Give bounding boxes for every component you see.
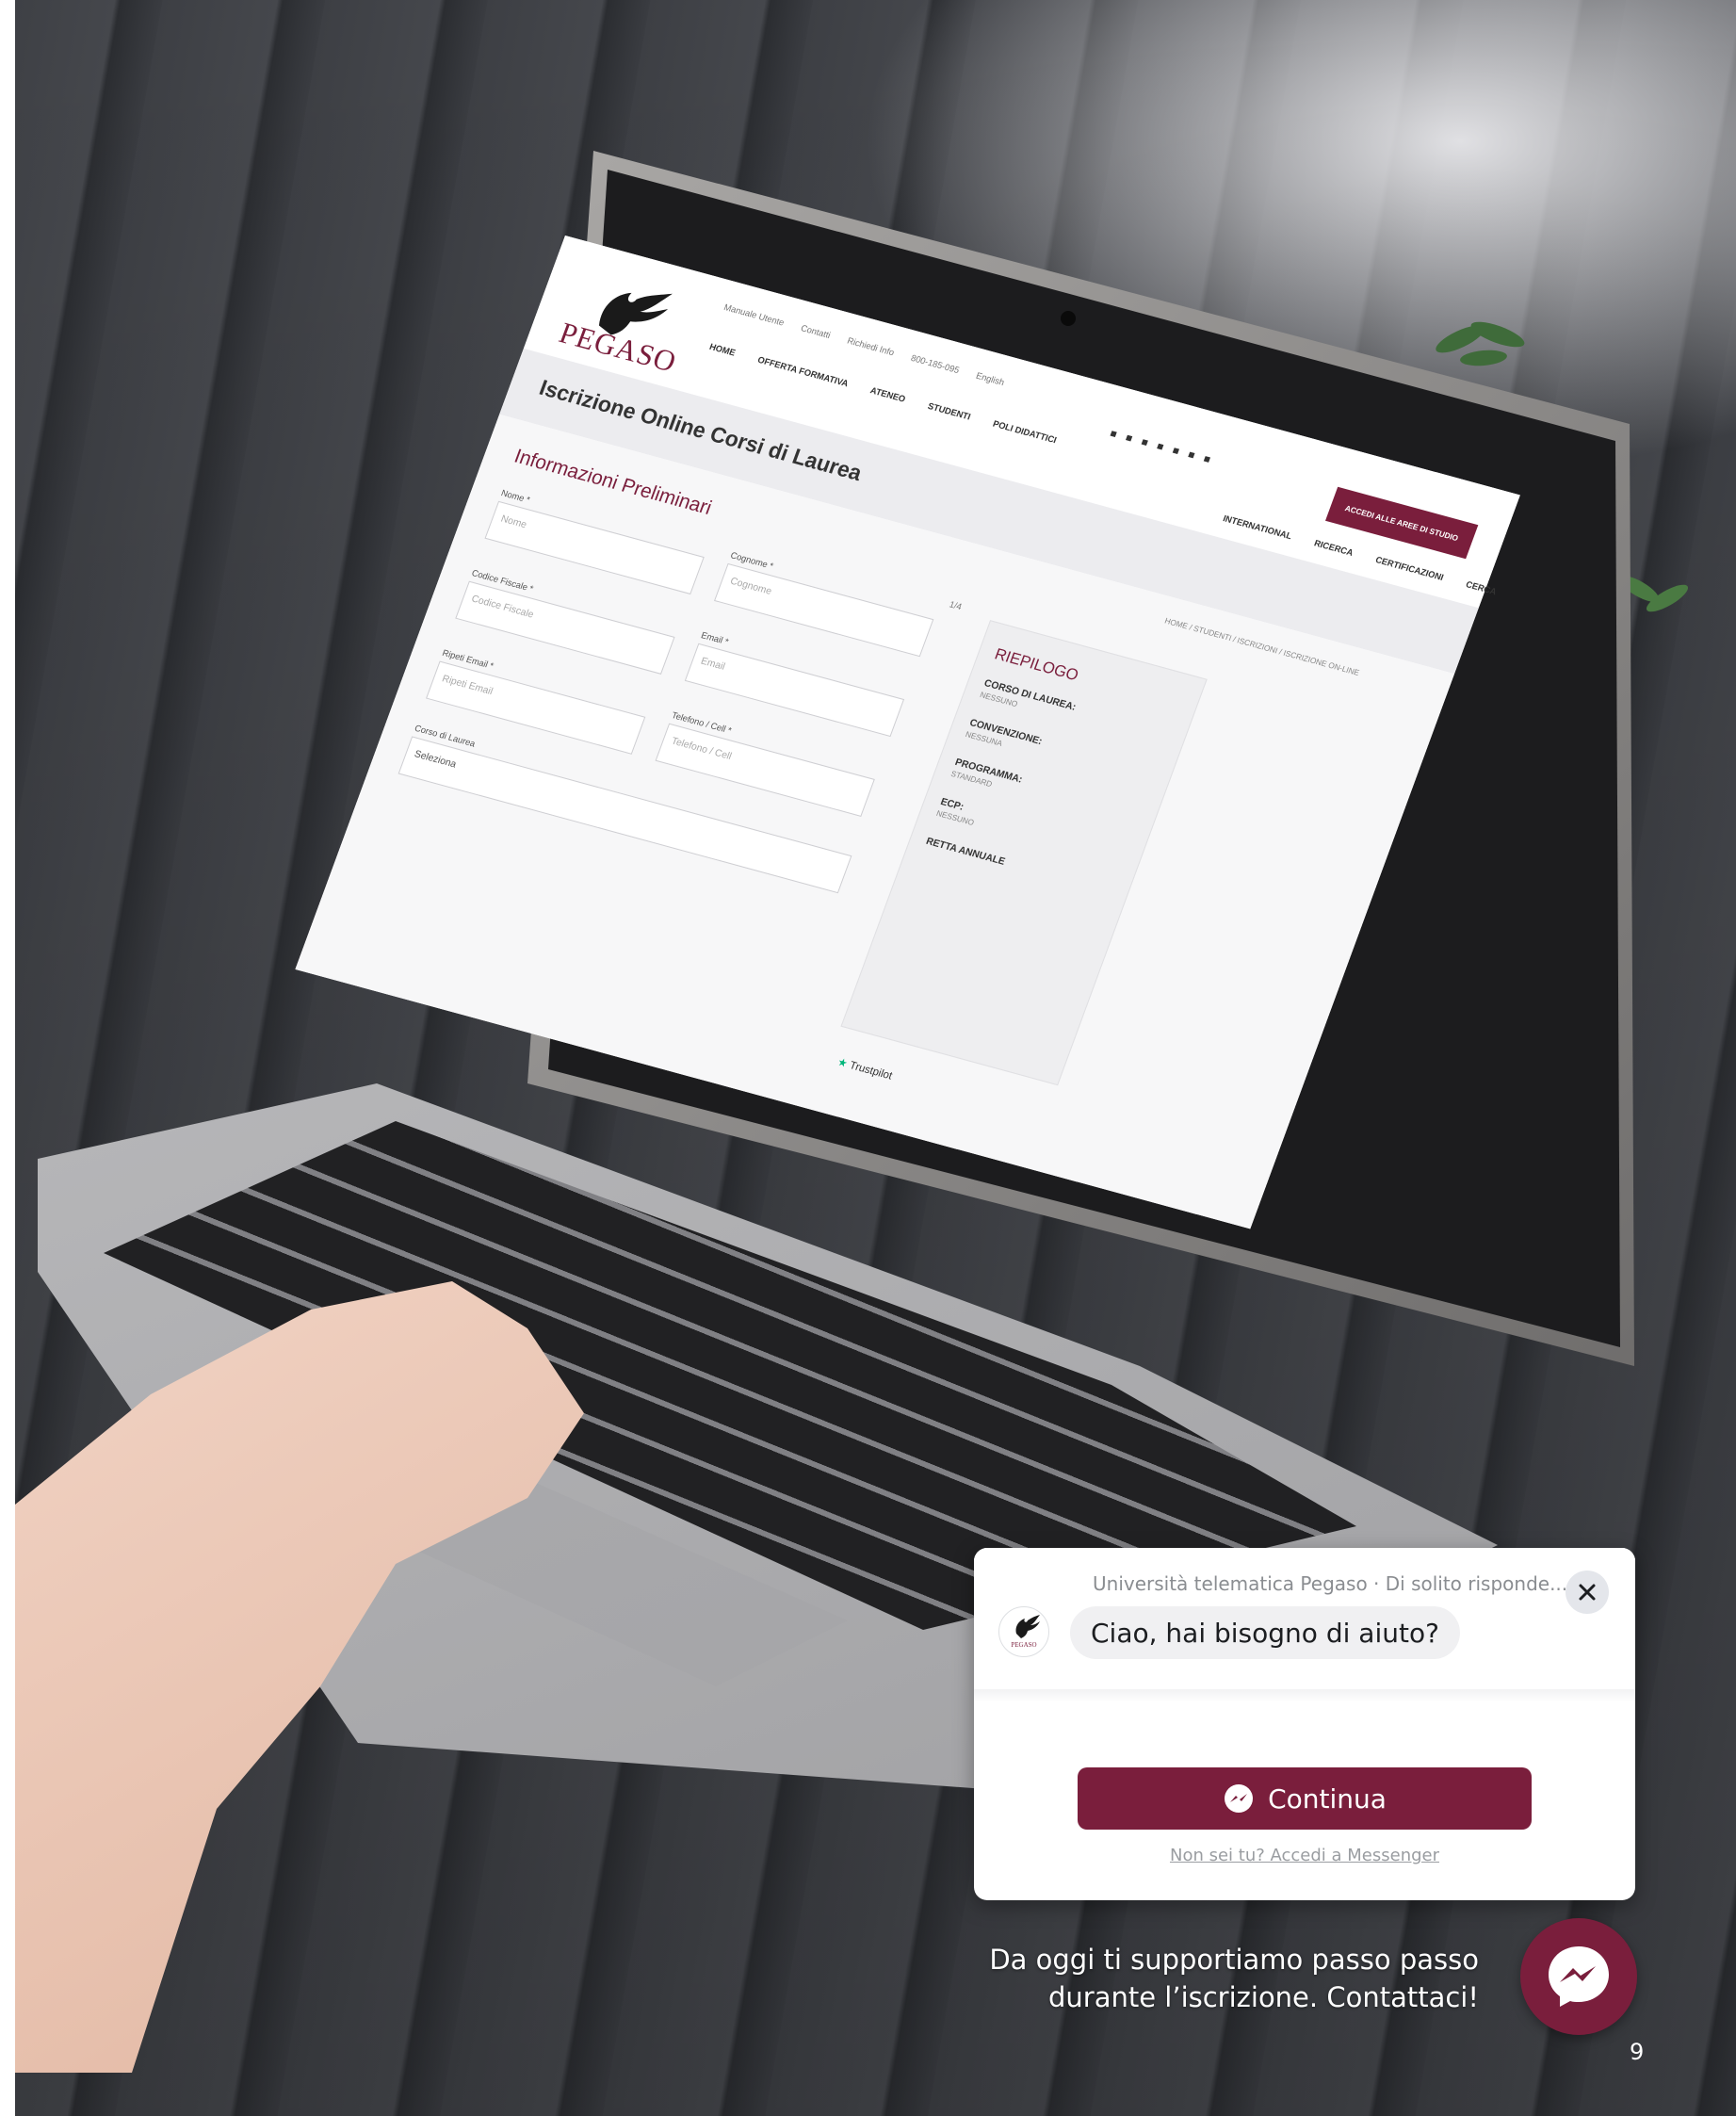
avatar-text: PEGASO [1011,1641,1036,1649]
laptop-camera [1061,311,1076,326]
chat-close-button[interactable] [1566,1571,1609,1614]
avatar: PEGASO [998,1606,1049,1657]
chat-sender: Università telematica Pegaso · Di solito… [1093,1572,1568,1595]
chat-divider [974,1689,1635,1702]
messenger-icon [1549,1946,1609,2007]
page-left-border [0,0,15,2116]
page-number: 9 [1630,2039,1645,2065]
caption-line-1: Da oggi ti supportiamo passo passo [989,1944,1479,1976]
messenger-login-link[interactable]: Non sei tu? Accedi a Messenger [974,1846,1635,1865]
messenger-floating-button[interactable] [1520,1918,1637,2035]
messenger-icon [1225,1784,1254,1813]
continue-label: Continua [1268,1782,1387,1815]
caption-line-2: durante l’iscrizione. Contattaci! [1048,1981,1479,2013]
continue-button[interactable]: Continua [1078,1767,1532,1830]
chat-message: Ciao, hai bisogno di aiuto? [1070,1606,1460,1659]
messenger-chat-widget: Università telematica Pegaso · Di solito… [974,1548,1635,1900]
close-icon [1579,1584,1596,1601]
caption: Da oggi ti supportiamo passo passo duran… [923,1941,1479,2016]
pegaso-logo-icon: PEGASO [1011,1615,1040,1649]
